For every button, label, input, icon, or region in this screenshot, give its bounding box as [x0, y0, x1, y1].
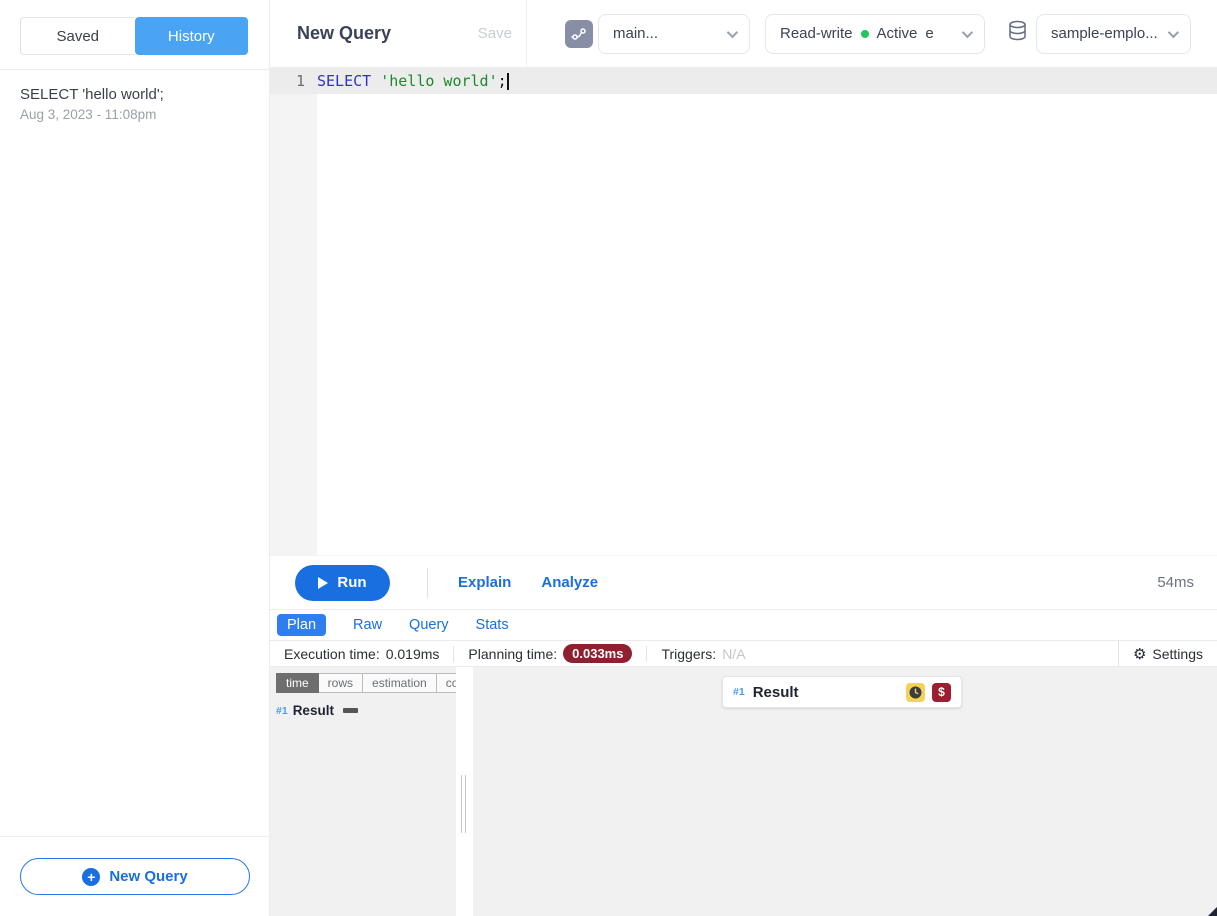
clock-icon [906, 683, 925, 702]
planning-time-label: Planning time: [468, 646, 557, 662]
tab-saved[interactable]: Saved [20, 17, 135, 55]
code-line-content: SELECT 'hello world'; [317, 72, 509, 90]
database-select-value: sample-emplo... [1051, 25, 1158, 42]
sql-string: 'hello world' [380, 72, 497, 90]
plan-node-id: #1 [733, 686, 745, 698]
explain-link[interactable]: Explain [458, 574, 511, 591]
splitter-handle-icon [461, 775, 466, 833]
sidebar-tabs: Saved History [0, 0, 269, 70]
endpoint-mode: Read-write [780, 25, 853, 42]
tab-stats[interactable]: Stats [476, 617, 509, 633]
new-query-button[interactable]: + New Query [20, 858, 250, 895]
chevron-down-icon [962, 26, 973, 37]
planning-time-badge: 0.033ms [563, 644, 632, 663]
settings-label: Settings [1152, 646, 1203, 662]
divider [427, 568, 428, 598]
triggers-label: Triggers: [661, 646, 716, 662]
plan-area: time rows estimation cost #1 Result #1 [270, 667, 1217, 916]
connection-toolbar: main... Read-write Active e [527, 0, 1217, 67]
editor-empty-area[interactable] [270, 94, 1217, 555]
run-bar: Run Explain Analyze 54ms [270, 555, 1217, 610]
tab-raw[interactable]: Raw [353, 617, 382, 633]
settings-button[interactable]: ⚙ Settings [1118, 641, 1217, 666]
editor-active-line[interactable]: 1 SELECT 'hello world'; [270, 68, 1217, 94]
page-title: New Query [297, 23, 391, 44]
status-dot-icon [861, 30, 869, 38]
time-bar [343, 708, 358, 713]
chevron-down-icon [727, 26, 738, 37]
main-panel: New Query Save main... Read-write [270, 0, 1217, 916]
triggers: Triggers: N/A [647, 641, 759, 666]
save-button[interactable]: Save [478, 25, 512, 42]
database-select[interactable]: sample-emplo... [1036, 14, 1191, 54]
metric-tab-time[interactable]: time [276, 673, 319, 693]
sql-editor[interactable]: 1 SELECT 'hello world'; [270, 68, 1217, 555]
top-bar: New Query Save main... Read-write [270, 0, 1217, 68]
sidebar: Saved History SELECT 'hello world'; Aug … [0, 0, 270, 916]
dollar-icon: $ [932, 683, 951, 702]
run-button-label: Run [337, 574, 366, 591]
history-item[interactable]: SELECT 'hello world'; Aug 3, 2023 - 11:0… [0, 70, 269, 138]
metric-tab-rows[interactable]: rows [319, 673, 363, 693]
sql-punct: ; [498, 72, 507, 90]
endpoint-extra: e [925, 25, 933, 42]
endpoint-status: Active [877, 25, 918, 42]
run-button[interactable]: Run [295, 565, 390, 601]
result-tabs: Plan Raw Query Stats [270, 610, 1217, 641]
plan-node-badges: $ [906, 683, 951, 702]
analyze-link[interactable]: Analyze [541, 574, 598, 591]
plan-node-name: Result [293, 703, 334, 718]
history-list: SELECT 'hello world'; Aug 3, 2023 - 11:0… [0, 70, 269, 836]
plan-diagram-canvas[interactable]: #1 Result $ [473, 667, 1217, 916]
plan-table-panel: time rows estimation cost #1 Result [270, 667, 456, 916]
execution-time-label: Execution time: [284, 646, 380, 662]
database-icon [1007, 20, 1028, 47]
tab-query[interactable]: Query [409, 617, 449, 633]
query-header: New Query Save [270, 0, 527, 67]
triggers-value: N/A [722, 646, 745, 662]
sql-editor-app: Saved History SELECT 'hello world'; Aug … [0, 0, 1217, 916]
plan-node-id: #1 [276, 705, 288, 717]
history-timestamp: Aug 3, 2023 - 11:08pm [20, 107, 249, 122]
plus-icon: + [82, 868, 100, 886]
line-number: 1 [270, 72, 317, 90]
plan-metric-tabs: time rows estimation cost [276, 673, 456, 693]
gear-icon: ⚙ [1133, 645, 1146, 663]
play-icon [318, 577, 328, 589]
stats-bar: Execution time: 0.019ms Planning time: 0… [270, 641, 1217, 667]
plan-node-name: Result [753, 684, 799, 701]
new-query-button-label: New Query [109, 868, 187, 885]
branch-icon [565, 20, 593, 48]
execution-time: Execution time: 0.019ms [270, 641, 453, 666]
tab-history[interactable]: History [135, 17, 249, 55]
execution-time-value: 0.019ms [386, 646, 440, 662]
endpoint-select[interactable]: Read-write Active e [765, 14, 985, 54]
text-cursor [507, 73, 509, 90]
metric-tab-estimation[interactable]: estimation [363, 673, 437, 693]
sidebar-footer: + New Query [0, 836, 269, 916]
planning-time: Planning time: 0.033ms [454, 641, 646, 666]
panel-splitter[interactable] [456, 667, 473, 916]
plan-node-card[interactable]: #1 Result $ [722, 676, 962, 708]
sql-keyword: SELECT [317, 72, 371, 90]
chevron-down-icon [1168, 26, 1179, 37]
resize-grip-icon[interactable] [1208, 907, 1217, 916]
tab-plan[interactable]: Plan [277, 614, 326, 636]
branch-select[interactable]: main... [598, 14, 750, 54]
editor-gutter [270, 94, 317, 555]
history-query-text: SELECT 'hello world'; [20, 86, 249, 103]
query-duration: 54ms [1157, 574, 1194, 591]
plan-table-row[interactable]: #1 Result [276, 703, 456, 718]
branch-select-value: main... [613, 25, 658, 42]
